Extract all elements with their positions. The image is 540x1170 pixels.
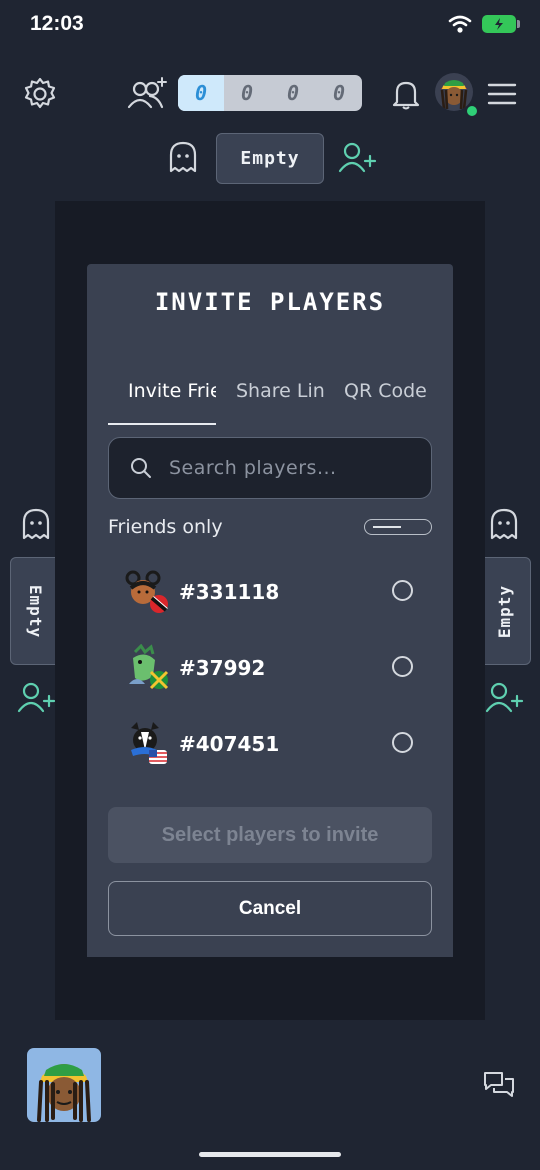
score-cell: 0 <box>240 81 254 105</box>
player-row[interactable]: #331118 <box>123 568 413 616</box>
add-friends-icon[interactable] <box>126 74 170 114</box>
friends-only-label: Friends only <box>108 516 223 538</box>
player-select-radio[interactable] <box>392 656 413 677</box>
tab-invite-friends[interactable]: Invite Friends <box>108 380 216 426</box>
status-icons <box>448 14 520 34</box>
player-select-radio[interactable] <box>392 732 413 753</box>
cancel-button[interactable]: Cancel <box>108 881 432 936</box>
invite-player-icon[interactable] <box>338 140 378 178</box>
ghost-icon <box>487 507 521 545</box>
invite-players-modal: INVITE PLAYERS Invite Friends Share Link… <box>87 264 453 957</box>
tab-share-link[interactable]: Share Link <box>216 380 324 426</box>
wifi-icon <box>448 15 472 33</box>
search-icon <box>131 458 151 478</box>
friends-only-row: Friends only <box>108 516 432 538</box>
friends-only-toggle[interactable] <box>364 519 432 535</box>
top-seat-button[interactable]: Empty <box>216 133 324 184</box>
player-row[interactable]: #37992 <box>123 643 413 692</box>
score-cell: 0 <box>332 81 346 105</box>
player-avatar <box>123 720 171 768</box>
my-avatar[interactable] <box>27 1048 101 1122</box>
right-seat-button[interactable]: Empty <box>479 557 531 665</box>
online-status-dot <box>465 104 479 118</box>
player-avatar <box>123 568 171 616</box>
tab-qr-code[interactable]: QR Code <box>324 380 432 426</box>
right-seat-label: Empty <box>495 584 515 638</box>
home-indicator <box>199 1152 341 1157</box>
settings-gear-icon[interactable] <box>20 74 60 114</box>
player-name: #37992 <box>179 656 266 680</box>
score-cell: 0 <box>178 75 224 111</box>
bell-icon[interactable] <box>390 76 422 112</box>
chat-icon[interactable] <box>481 1068 517 1102</box>
battery-icon <box>482 15 520 33</box>
search-players-input[interactable] <box>167 456 411 480</box>
status-time: 12:03 <box>30 12 84 35</box>
player-name: #407451 <box>179 732 280 756</box>
ghost-icon <box>166 140 200 178</box>
player-row[interactable]: #407451 <box>123 720 413 768</box>
invite-player-icon[interactable] <box>485 680 525 718</box>
modal-tabs: Invite Friends Share Link QR Code <box>108 380 432 426</box>
menu-icon[interactable] <box>486 78 518 110</box>
active-tab-underline <box>108 423 216 425</box>
player-name: #331118 <box>179 580 280 604</box>
player-select-radio[interactable] <box>392 580 413 601</box>
search-box <box>108 437 432 499</box>
invite-players-button[interactable]: Select players to invite <box>108 807 432 863</box>
invite-player-icon[interactable] <box>17 680 57 718</box>
left-seat-label: Empty <box>26 584 46 638</box>
score-cell: 0 <box>286 81 300 105</box>
score-board: 0 0 0 0 <box>178 75 362 111</box>
ghost-icon <box>19 507 53 545</box>
modal-title: INVITE PLAYERS <box>154 288 386 316</box>
player-avatar <box>123 643 171 692</box>
